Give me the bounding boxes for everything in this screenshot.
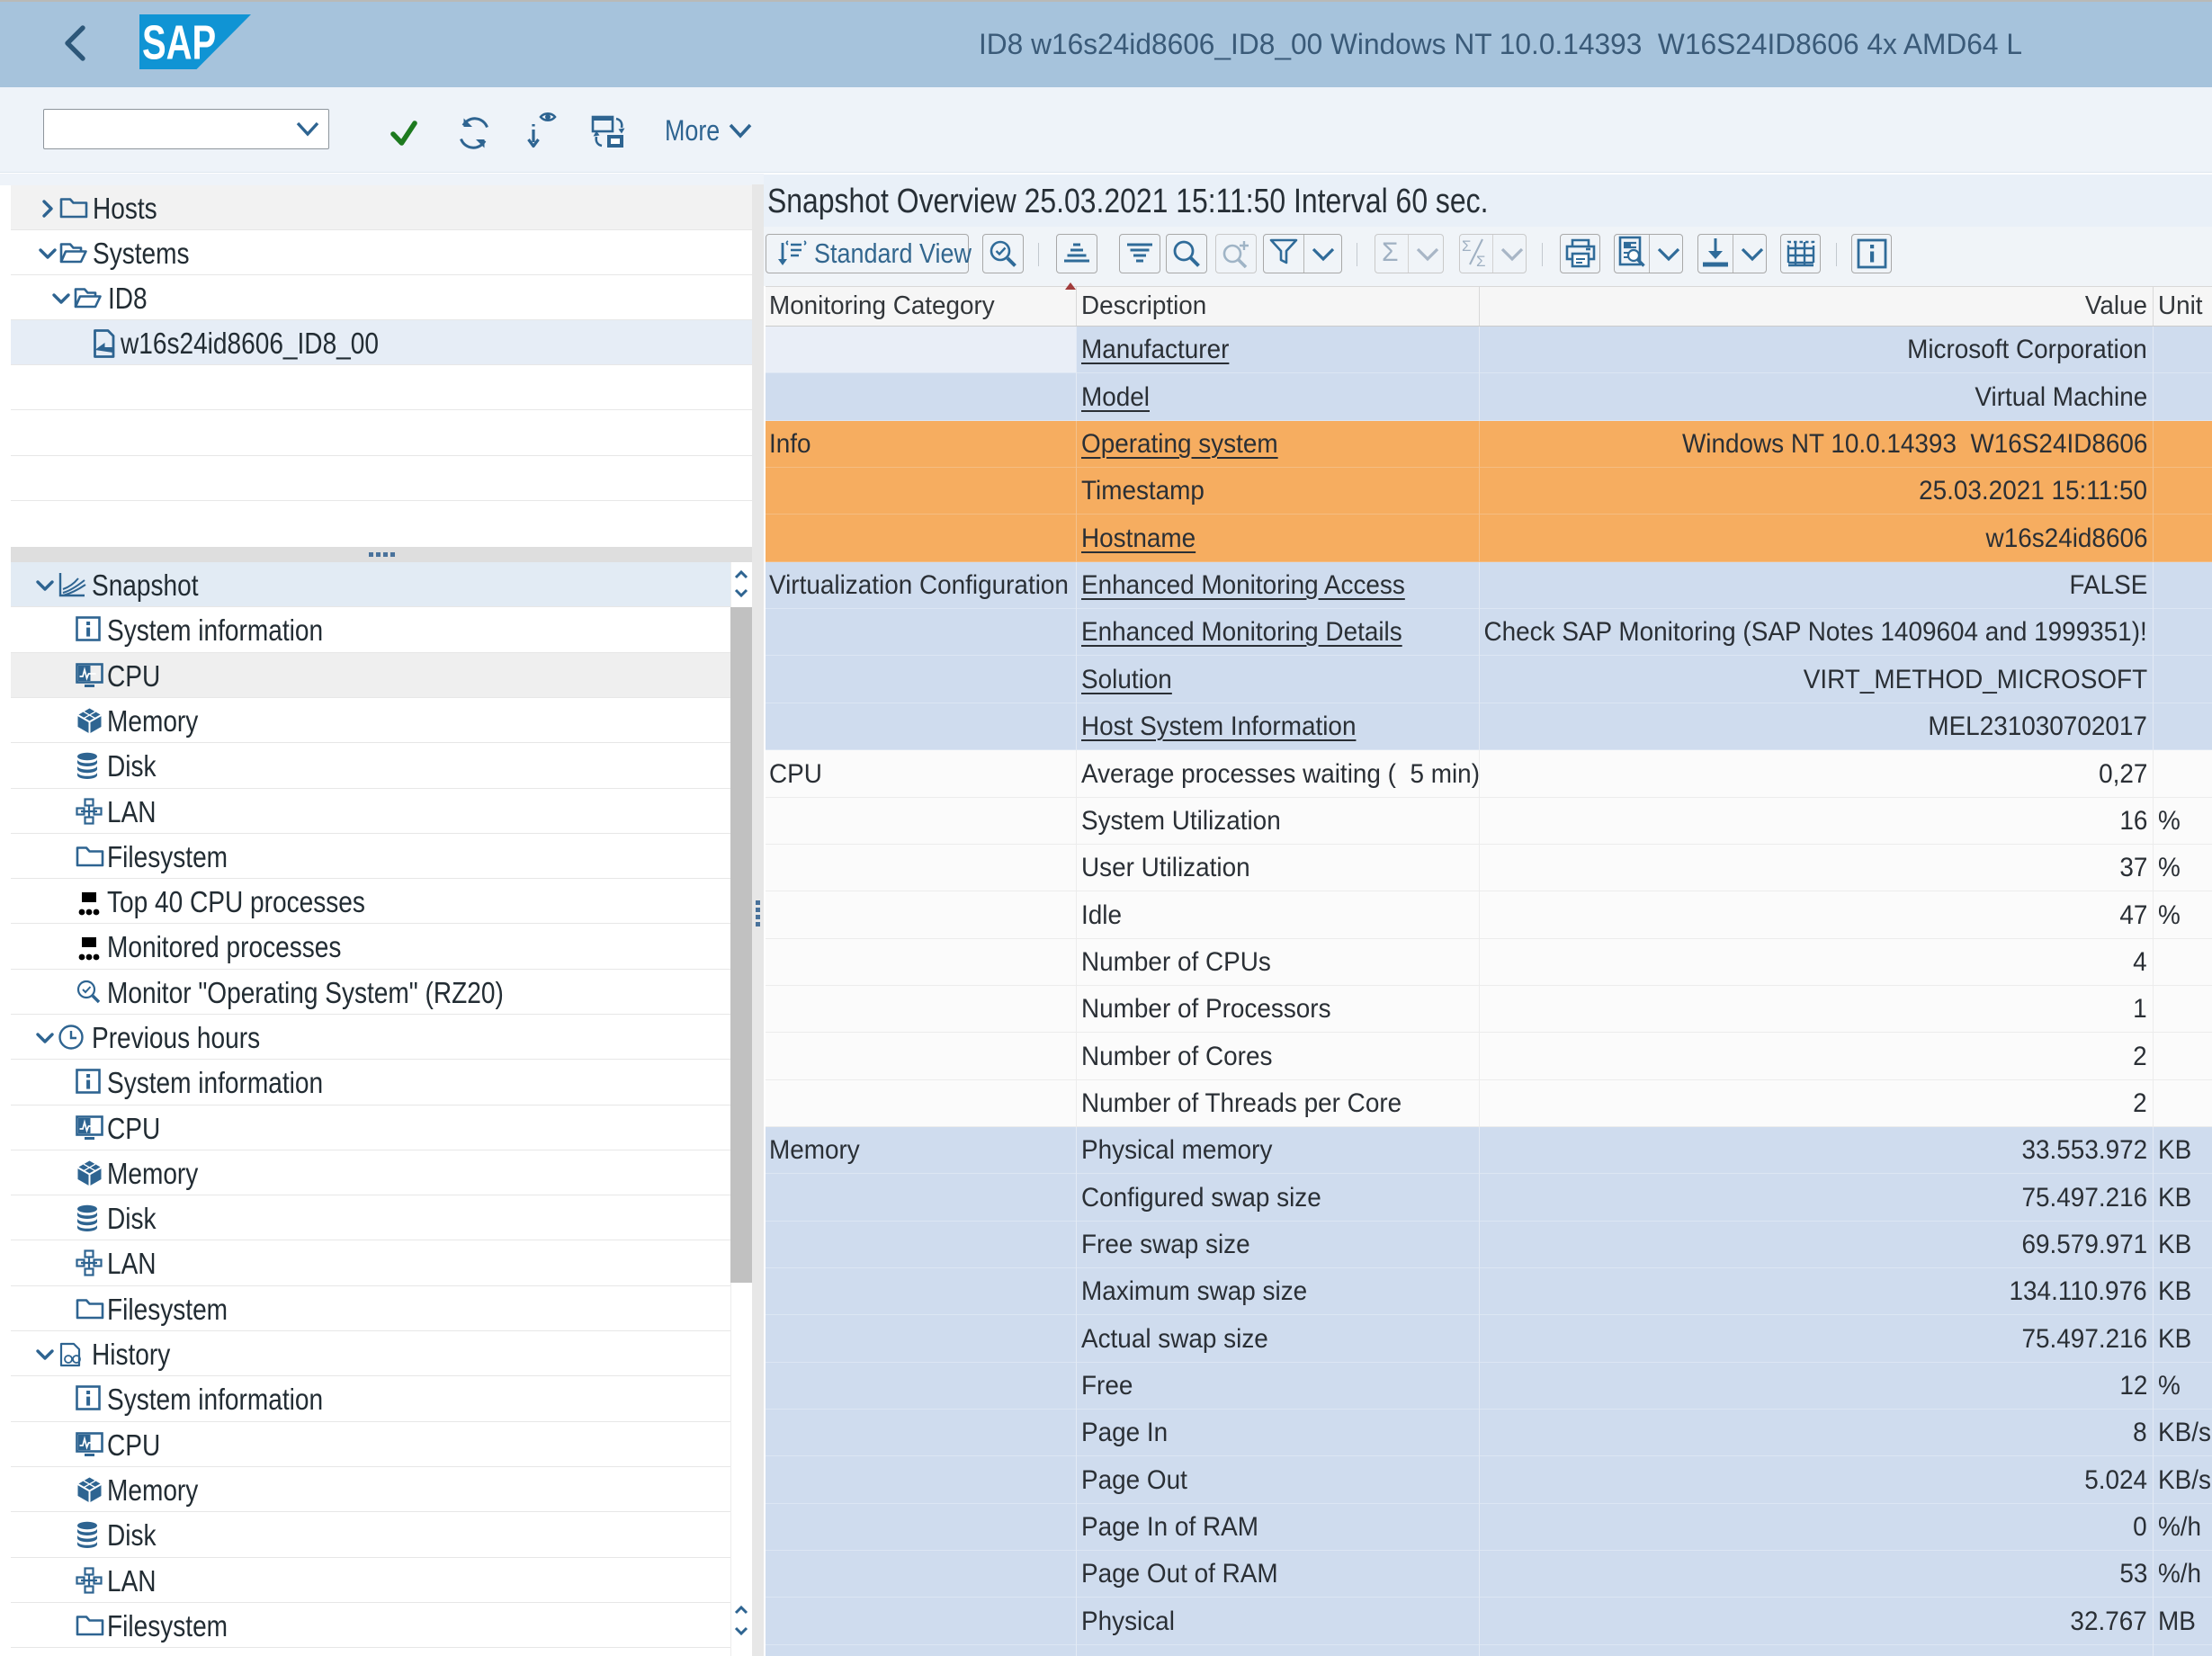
svg-text:Σ: Σ [1382, 237, 1399, 267]
svg-text:Σ: Σ [1476, 253, 1486, 267]
svg-text:SAP: SAP [142, 16, 216, 69]
svg-text:Σ: Σ [1462, 237, 1472, 255]
